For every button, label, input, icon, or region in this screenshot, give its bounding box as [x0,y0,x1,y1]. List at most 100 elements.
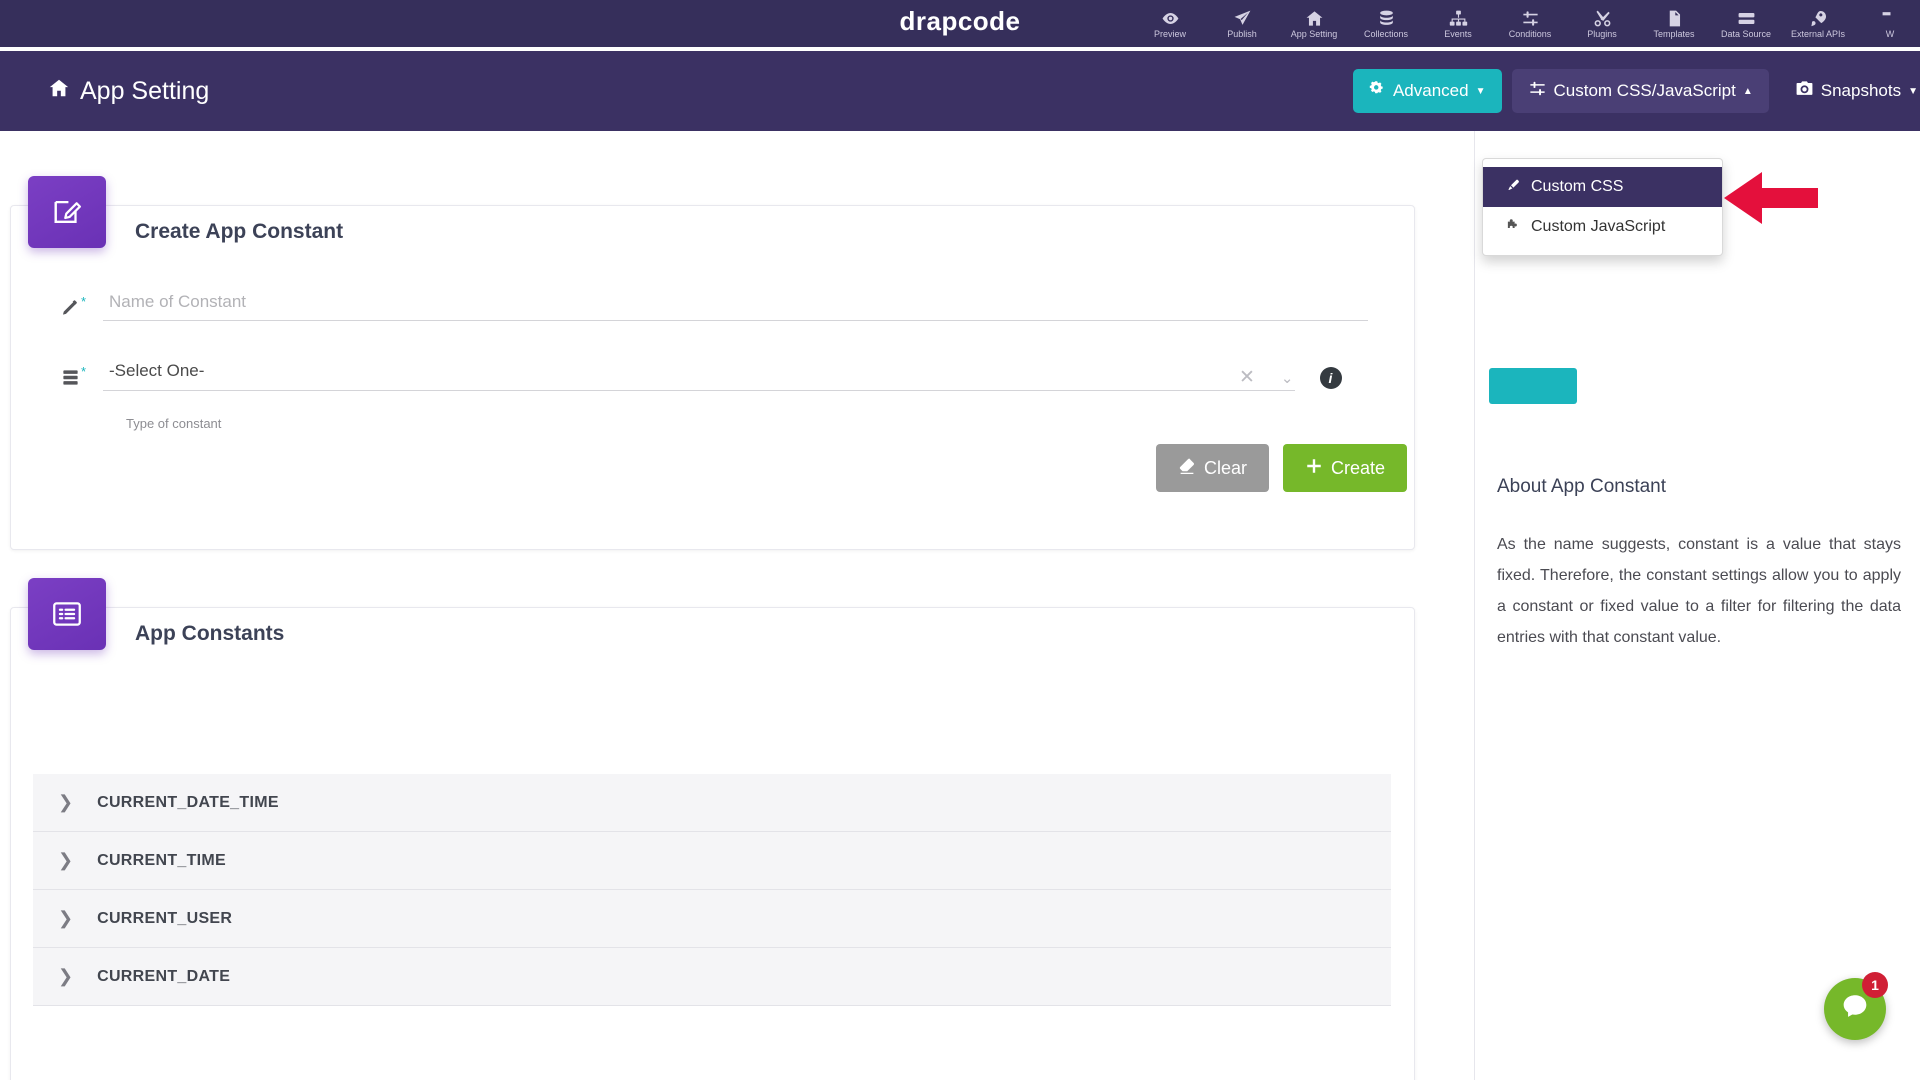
header-action-group: Advanced ▼ Custom CSS/JavaScript ▲ Snaps… [1352,69,1920,113]
app-constants-accordion: ❯ CURRENT_DATE_TIME ❯ CURRENT_TIME ❯ CUR… [33,774,1391,1006]
puzzle-piece-icon [1505,218,1522,237]
chevron-right-icon: ❯ [58,850,74,870]
chevron-up-icon: ▲ [1742,85,1753,97]
info-icon[interactable]: i [1319,366,1342,389]
accordion-row-current-date-time[interactable]: ❯ CURRENT_DATE_TIME [33,774,1391,832]
advanced-label: Advanced [1392,81,1469,100]
nav-item-collections[interactable]: Collections [1350,0,1422,47]
plus-icon [1305,457,1323,480]
dropdown-item-custom-javascript[interactable]: Custom JavaScript [1483,207,1722,247]
nav-label: W [1885,29,1895,39]
nav-item-events[interactable]: Events [1422,0,1494,47]
about-app-constant-heading: About App Constant [1497,476,1667,497]
top-navigation-bar: drapcode Preview Publish App Setting Col… [0,0,1920,47]
required-asterisk: * [81,364,87,379]
constant-name-input[interactable] [103,292,1368,321]
edit-square-icon [28,176,106,248]
app-constants-card: App Constants ❯ CURRENT_DATE_TIME ❯ CURR… [10,578,1415,1080]
camera-icon [1795,79,1814,103]
chevron-down-icon[interactable]: ⌄ [1281,369,1294,387]
dropdown-item-label: Custom JavaScript [1531,218,1666,235]
chat-unread-badge: 1 [1862,972,1888,998]
snapshots-button[interactable]: Snapshots ▼ [1779,69,1920,113]
accordion-row-label: CURRENT_USER [97,909,233,927]
server-icon [1737,9,1756,28]
nav-item-publish[interactable]: Publish [1206,0,1278,47]
accordion-row-label: CURRENT_DATE [97,967,231,985]
app-constants-heading: App Constants [135,622,285,645]
chat-bubble-icon [1839,991,1871,1028]
nav-label: Conditions [1508,29,1552,39]
sitemap-icon [1449,9,1468,28]
home-icon [48,77,70,105]
page-header-bar: App Setting Advanced ▼ Custom CSS/JavaSc… [0,51,1920,131]
create-button[interactable]: Create [1283,444,1408,492]
nav-label: Data Source [1720,29,1772,39]
chevron-down-icon: ▼ [1908,85,1918,97]
nav-label: Publish [1227,29,1257,39]
chevron-right-icon: ❯ [58,966,74,986]
constant-type-helper-text: Type of constant [126,416,222,431]
snapshots-label: Snapshots [1820,81,1902,100]
select-controls: ✕ ⌄ i [1239,366,1342,389]
paintbrush-icon [1505,178,1522,197]
nav-label: Collections [1363,29,1409,39]
nav-item-data-source[interactable]: Data Source [1710,0,1782,47]
close-icon[interactable]: ✕ [1239,366,1255,389]
about-app-constant-body: As the name suggests, constant is a valu… [1497,536,1901,646]
nav-item-conditions[interactable]: Conditions [1494,0,1566,47]
dropdown-item-custom-css[interactable]: Custom CSS [1483,167,1722,207]
constant-type-row: * -Select One- [61,361,1381,391]
nav-label: Preview [1153,29,1186,39]
clear-button[interactable]: Clear [1156,444,1270,492]
custom-css-javascript-label: Custom CSS/JavaScript [1553,81,1736,100]
chevron-right-icon: ❯ [58,792,74,812]
chevron-down-icon: ▼ [1475,85,1486,97]
paper-plane-icon [1233,9,1252,28]
nav-label: Plugins [1587,29,1617,39]
chevron-right-icon: ❯ [58,908,74,928]
sliders-icon [1521,9,1540,28]
list-icon [28,578,106,650]
home-icon [1305,9,1324,28]
sliders-icon [1528,79,1547,103]
file-icon [1665,9,1684,28]
custom-css-javascript-button[interactable]: Custom CSS/JavaScript ▲ [1511,69,1769,113]
nav-item-partial[interactable]: W [1854,0,1920,47]
page-title-label: App Setting [80,76,210,105]
documentation-accent-bar [1489,368,1577,404]
required-asterisk: * [81,294,87,309]
eraser-icon [1178,457,1196,480]
create-app-constant-card: Create App Constant * * -Select One- Typ… [10,176,1415,550]
create-card-heading: Create App Constant [135,220,344,243]
list-rows-icon: * [61,364,103,391]
drapcode-logo: drapcode [899,6,1021,36]
nav-label: Templates [1653,29,1695,39]
nav-item-templates[interactable]: Templates [1638,0,1710,47]
gears-icon [1369,80,1386,102]
pencil-icon: * [61,294,103,321]
constant-name-row: * [61,292,1381,321]
documentation-panel: Documentation About App Constant As the … [1474,131,1920,1080]
top-nav-icon-group: Preview Publish App Setting Collections [1134,0,1920,47]
create-label: Create [1331,457,1386,478]
partial-icon [1881,9,1900,28]
accordion-row-current-date[interactable]: ❯ CURRENT_DATE [33,948,1391,1006]
accordion-row-current-time[interactable]: ❯ CURRENT_TIME [33,832,1391,890]
accordion-row-label: CURRENT_DATE_TIME [97,793,279,811]
accordion-row-current-user[interactable]: ❯ CURRENT_USER [33,890,1391,948]
constant-type-select[interactable]: -Select One- [103,361,1295,391]
form-action-buttons: Clear Create [1156,444,1408,492]
clear-label: Clear [1204,457,1248,478]
custom-css-javascript-dropdown-menu: Custom CSS Custom JavaScript [1482,158,1723,256]
accordion-row-label: CURRENT_TIME [97,851,227,869]
nav-item-plugins[interactable]: Plugins [1566,0,1638,47]
nav-label: Events [1444,29,1472,39]
eye-icon [1161,9,1180,28]
nav-item-preview[interactable]: Preview [1134,0,1206,47]
nav-item-external-apis[interactable]: External APIs [1782,0,1854,47]
advanced-button[interactable]: Advanced ▼ [1352,69,1502,113]
nav-item-app-setting[interactable]: App Setting [1278,0,1350,47]
main-content-area: Create App Constant * * -Select One- Typ… [0,131,1474,1080]
page-title: App Setting [48,77,209,106]
